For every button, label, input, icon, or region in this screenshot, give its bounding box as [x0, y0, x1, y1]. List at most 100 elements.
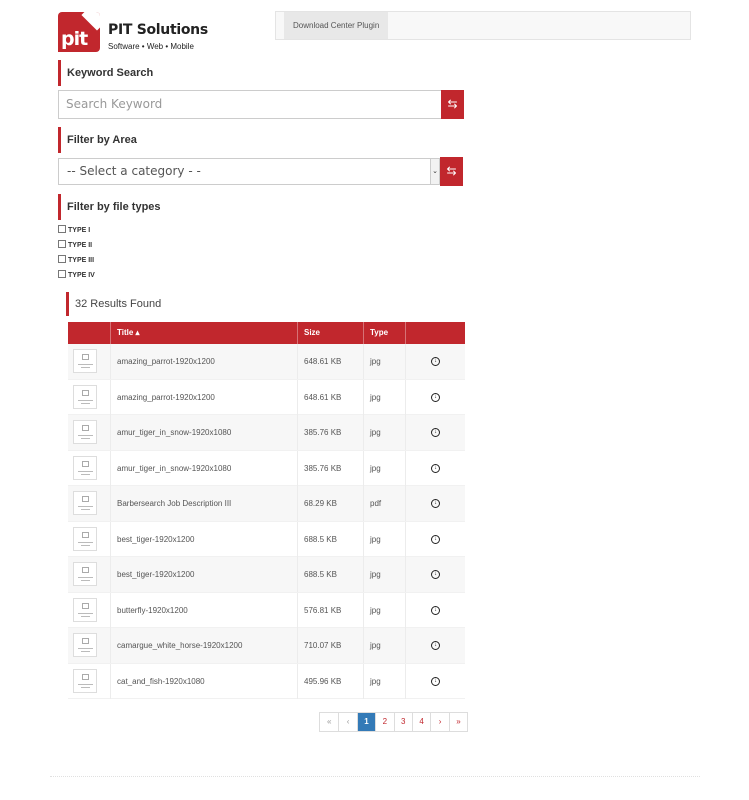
- checkbox-type-2[interactable]: [58, 240, 66, 249]
- page-link[interactable]: »: [448, 713, 467, 731]
- thumbnail-cell: [68, 664, 110, 699]
- category-select[interactable]: -- Select a category - - ⌄: [58, 158, 440, 185]
- file-size: 688.5 KB: [297, 557, 363, 592]
- thumbnail-cell: [68, 486, 110, 521]
- file-thumbnail-icon: [73, 562, 97, 586]
- table-row: Barbersearch Job Description III 68.29 KB…: [68, 486, 465, 522]
- header-title[interactable]: Title ▴: [110, 322, 297, 344]
- file-title: best_tiger-1920x1200: [110, 521, 297, 557]
- file-size: 710.07 KB: [297, 628, 363, 663]
- search-keyword-input[interactable]: Search Keyword: [58, 90, 441, 119]
- chevron-down-icon[interactable]: ⌄: [430, 159, 439, 184]
- filetype-label: TYPE I: [68, 227, 91, 234]
- page-link[interactable]: ›: [430, 713, 448, 731]
- page-link[interactable]: 3: [393, 713, 412, 731]
- filetype-option-type-4[interactable]: TYPE IV: [58, 270, 95, 282]
- download-cell: ↓: [405, 663, 465, 699]
- file-thumbnail-icon: [73, 349, 97, 373]
- category-select-value: -- Select a category - -: [67, 164, 201, 178]
- download-icon[interactable]: ↓: [431, 605, 440, 615]
- thumbnail-cell: [68, 380, 110, 415]
- file-type: jpg: [363, 415, 405, 450]
- download-icon[interactable]: ↓: [431, 463, 440, 473]
- file-size: 576.81 KB: [297, 592, 363, 628]
- header-type[interactable]: Type: [363, 322, 405, 344]
- file-size: 68.29 KB: [297, 486, 363, 521]
- logo-tagline: Software • Web • Mobile: [108, 42, 194, 51]
- file-type: jpg: [363, 450, 405, 486]
- download-cell: ↓: [405, 344, 465, 379]
- pagination: «‹ 1 2 3 4 ›»: [319, 712, 469, 732]
- filetype-label: TYPE II: [68, 242, 93, 249]
- table-row: butterfly-1920x1200 576.81 KB jpg ↓: [68, 592, 465, 628]
- logo-mark: pit: [58, 12, 100, 52]
- page-link[interactable]: ‹: [338, 713, 356, 731]
- page-link[interactable]: «: [320, 713, 338, 731]
- download-icon[interactable]: ↓: [431, 570, 440, 580]
- page-link-active[interactable]: 1: [356, 713, 376, 731]
- file-type: jpg: [363, 592, 405, 628]
- file-title: Barbersearch Job Description III: [110, 486, 297, 521]
- download-icon[interactable]: ↓: [431, 392, 440, 402]
- category-submit-button[interactable]: ⇆: [440, 157, 463, 186]
- filetype-option-type-1[interactable]: TYPE I: [58, 225, 90, 237]
- filetype-option-type-3[interactable]: TYPE III: [58, 255, 94, 267]
- file-title: butterfly-1920x1200: [110, 592, 297, 628]
- file-type: jpg: [363, 628, 405, 663]
- header-size[interactable]: Size: [297, 322, 363, 344]
- file-thumbnail-icon: [73, 491, 97, 515]
- download-cell: ↓: [405, 557, 465, 592]
- file-title: amur_tiger_in_snow-1920x1080: [110, 415, 297, 450]
- thumbnail-cell: [68, 522, 110, 557]
- download-icon[interactable]: ↓: [431, 428, 440, 438]
- file-size: 495.96 KB: [297, 663, 363, 699]
- file-size: 385.76 KB: [297, 415, 363, 450]
- results-count: 32 Results Found: [66, 292, 161, 316]
- search-submit-button[interactable]: ⇆: [441, 90, 464, 119]
- download-cell: ↓: [405, 486, 465, 521]
- logo-name: PIT Solutions: [108, 22, 208, 38]
- file-type: jpg: [363, 521, 405, 557]
- file-thumbnail-icon: [73, 633, 97, 657]
- file-size: 648.61 KB: [297, 379, 363, 415]
- table-row: amur_tiger_in_snow-1920x1080 385.76 KB jpg…: [68, 450, 465, 486]
- results-table: Title ▴ Size Type amazing_parrot-1920x12…: [68, 322, 465, 699]
- header-thumb: [68, 322, 110, 344]
- logo-mark-text: pit: [61, 28, 88, 50]
- download-cell: ↓: [405, 379, 465, 415]
- checkbox-type-4[interactable]: [58, 270, 66, 279]
- file-title: cat_and_fish-1920x1080: [110, 663, 297, 699]
- table-row: cat_and_fish-1920x1080 495.96 KB jpg ↓: [68, 663, 465, 699]
- thumbnail-cell: [68, 415, 110, 450]
- filetype-option-type-2[interactable]: TYPE II: [58, 240, 92, 252]
- thumbnail-cell: [68, 451, 110, 486]
- download-icon[interactable]: ↓: [431, 676, 440, 686]
- download-icon[interactable]: ↓: [431, 641, 440, 651]
- page-link[interactable]: 4: [411, 713, 430, 731]
- file-size: 385.76 KB: [297, 450, 363, 486]
- download-icon[interactable]: ↓: [431, 534, 440, 544]
- checkbox-type-3[interactable]: [58, 255, 66, 264]
- checkbox-type-1[interactable]: [58, 225, 66, 234]
- download-icon[interactable]: ↓: [431, 357, 440, 367]
- footer-divider: [50, 776, 700, 777]
- filter-by-area-heading: Filter by Area: [58, 127, 137, 153]
- file-thumbnail-icon: [73, 455, 97, 480]
- page-link[interactable]: 2: [375, 713, 393, 731]
- table-row: amazing_parrot-1920x1200 648.61 KB jpg ↓: [68, 344, 465, 380]
- table-row: amur_tiger_in_snow-1920x1080 385.76 KB jpg…: [68, 415, 465, 451]
- thumbnail-cell: [68, 344, 110, 379]
- pit-solutions-logo[interactable]: pit PIT Solutions Software • Web • Mobil…: [58, 12, 208, 54]
- file-type: jpg: [363, 379, 405, 415]
- file-type: pdf: [363, 486, 405, 521]
- table-row: best_tiger-1920x1200 688.5 KB jpg ↓: [68, 521, 465, 557]
- file-size: 688.5 KB: [297, 521, 363, 557]
- keyword-search-heading: Keyword Search: [58, 60, 153, 86]
- download-icon[interactable]: ↓: [431, 499, 440, 509]
- filetype-label: TYPE IV: [68, 272, 95, 279]
- file-thumbnail-icon: [73, 668, 97, 693]
- nav-tab-download-center[interactable]: Download Center Plugin: [284, 12, 389, 39]
- search-submit-icon: ⇆: [447, 97, 458, 111]
- file-title: amazing_parrot-1920x1200: [110, 379, 297, 415]
- file-type: jpg: [363, 663, 405, 699]
